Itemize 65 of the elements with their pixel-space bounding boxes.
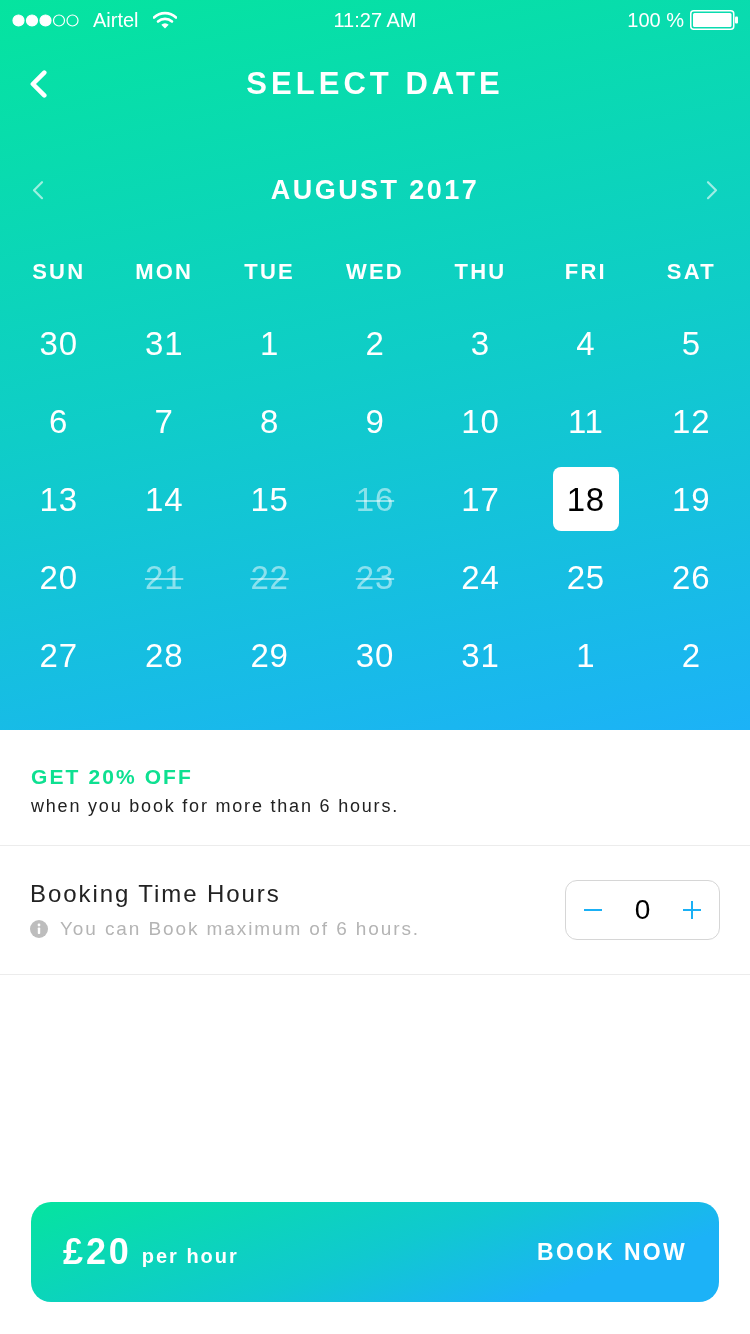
calendar-day[interactable]: 24 (461, 560, 500, 594)
calendar-day[interactable]: 5 (681, 326, 701, 360)
calendar-day[interactable]: 11 (567, 404, 604, 438)
calendar-day[interactable]: 25 (566, 560, 606, 594)
calendar-day[interactable]: 16 (355, 482, 395, 516)
calendar-day[interactable]: 9 (365, 404, 385, 438)
calendar-day[interactable]: 19 (672, 482, 711, 516)
price-unit: per hour (141, 1244, 239, 1269)
month-title: AUGUST 2017 (270, 173, 480, 207)
increase-button[interactable] (683, 901, 701, 919)
battery-percent: 100 % (627, 8, 684, 33)
status-time: 11:27 AM (333, 8, 417, 33)
calendar-day[interactable]: 28 (144, 638, 184, 672)
battery-icon (690, 10, 738, 30)
offer-text: when you book for more than 6 hours. (31, 795, 400, 818)
signal-icon (12, 13, 79, 27)
calendar-day[interactable]: 6 (49, 404, 69, 438)
plus-icon (683, 901, 701, 919)
weekday-label: FRI (564, 257, 607, 286)
calendar-day[interactable]: 2 (681, 638, 701, 672)
weekday-label: MON (135, 257, 194, 286)
calendar-day[interactable]: 20 (39, 560, 78, 594)
calendar-day[interactable]: 8 (259, 404, 280, 438)
back-icon[interactable] (30, 68, 50, 100)
next-month-icon[interactable] (704, 178, 718, 202)
weekday-label: SUN (32, 257, 86, 286)
calendar-day[interactable]: 10 (461, 404, 500, 438)
calendar-day[interactable]: 29 (250, 638, 289, 672)
calendar-day[interactable]: 12 (672, 404, 711, 438)
calendar-day[interactable]: 21 (144, 560, 184, 594)
book-now-button[interactable]: BOOK NOW (537, 1234, 687, 1270)
previous-month-icon[interactable] (32, 178, 46, 202)
calendar-day[interactable]: 31 (461, 638, 500, 672)
info-icon (30, 920, 48, 938)
weekday-label: TUE (244, 257, 295, 286)
offer-title: GET 20% OFF (31, 764, 194, 790)
calendar-day[interactable]: 13 (39, 482, 78, 516)
calendar-day[interactable]: 3 (470, 326, 490, 360)
calendar-day[interactable]: 26 (672, 560, 711, 594)
calendar-day[interactable]: 15 (250, 482, 289, 516)
price-text: £20 (63, 1234, 132, 1270)
calendar-day[interactable]: 7 (154, 404, 174, 438)
hours-value: 0 (634, 896, 651, 924)
calendar-day[interactable]: 1 (576, 638, 596, 672)
page-title: SELECT DATE (246, 64, 504, 103)
calendar-day[interactable]: 4 (576, 326, 596, 360)
minus-icon (584, 909, 602, 911)
calendar-day[interactable]: 18 (552, 467, 619, 531)
calendar-day[interactable]: 14 (144, 482, 184, 516)
weekday-label: WED (346, 257, 404, 286)
weekday-label: THU (454, 257, 507, 286)
calendar-day[interactable]: 17 (461, 482, 500, 516)
booking-hours-label: Booking Time Hours (30, 879, 282, 909)
booking-hours-hint: You can Book maximum of 6 hours. (60, 917, 421, 941)
calendar-day[interactable]: 22 (250, 560, 289, 594)
carrier-name: Airtel (93, 8, 139, 33)
wifi-icon (152, 11, 177, 29)
calendar-day[interactable]: 1 (259, 326, 280, 360)
calendar-day[interactable]: 30 (39, 326, 78, 360)
calendar-day[interactable]: 27 (39, 638, 78, 672)
weekday-label: SAT (666, 257, 716, 286)
calendar-day[interactable]: 31 (144, 326, 184, 360)
calendar-day[interactable]: 30 (355, 638, 395, 672)
calendar-day[interactable]: 23 (355, 560, 395, 594)
calendar-day[interactable]: 2 (365, 326, 385, 360)
